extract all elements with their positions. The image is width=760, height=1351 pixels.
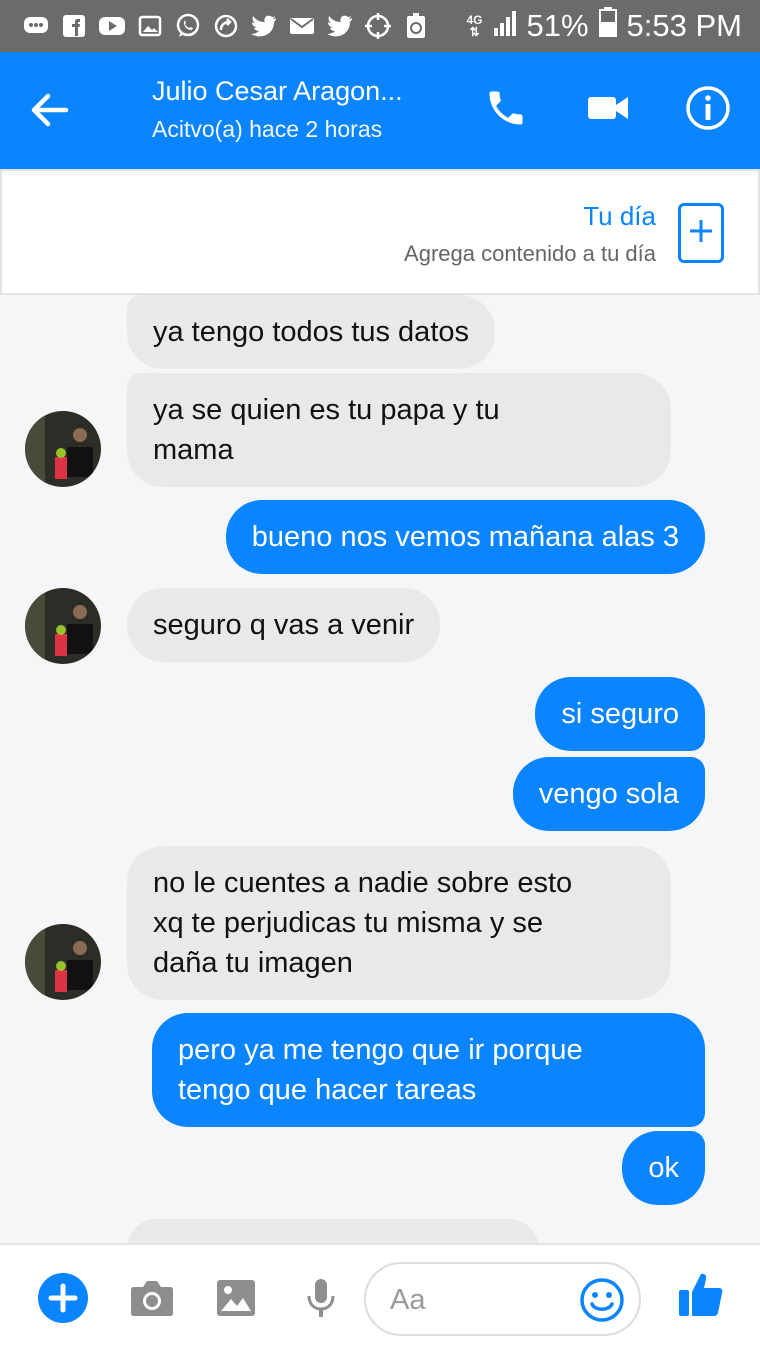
clock: 5:53 PM xyxy=(626,8,742,43)
battery-icon xyxy=(598,7,617,45)
emoji-icon[interactable] xyxy=(579,1277,625,1323)
mail-icon xyxy=(288,12,316,40)
voice-button[interactable] xyxy=(296,1275,346,1325)
message-incoming[interactable]: seguro q vas a venir xyxy=(127,588,441,662)
message-incoming-partial xyxy=(127,1219,539,1243)
message-icon xyxy=(22,12,50,40)
microphone-icon xyxy=(306,1277,336,1324)
data-arrows-icon: ⇅ xyxy=(469,25,480,39)
message-incoming[interactable]: ya se quien es tu papa y tu mama xyxy=(127,373,671,487)
video-camera-icon xyxy=(586,91,630,130)
whatsapp-icon xyxy=(174,12,202,40)
image-icon xyxy=(216,1279,256,1322)
info-icon xyxy=(685,85,731,136)
message-composer xyxy=(0,1243,760,1351)
contact-avatar[interactable] xyxy=(25,924,101,1000)
message-list[interactable]: ya tengo todos tus datos ya se quien es … xyxy=(0,295,760,1243)
back-arrow-icon[interactable] xyxy=(28,88,72,132)
message-outgoing[interactable]: vengo sola xyxy=(512,757,705,831)
message-incoming[interactable]: no le cuentes a nadie sobre esto xq te p… xyxy=(127,846,671,1000)
status-bar: 4G ⇅ 51% 5:53 PM xyxy=(0,0,760,52)
contact-avatar[interactable] xyxy=(25,588,101,664)
active-status: Acitvo(a) hace 2 horas xyxy=(152,116,383,142)
like-button[interactable] xyxy=(676,1271,726,1321)
tu-dia-title[interactable]: Tu día xyxy=(583,201,656,232)
message-outgoing[interactable]: ok xyxy=(622,1131,705,1205)
gallery-icon xyxy=(136,12,164,40)
message-outgoing[interactable]: bueno nos vemos mañana alas 3 xyxy=(225,500,705,574)
gallery-button[interactable] xyxy=(211,1275,261,1325)
youtube-icon xyxy=(98,12,126,40)
message-incoming[interactable]: ya tengo todos tus datos xyxy=(127,295,495,369)
location-icon xyxy=(364,12,392,40)
phone-icon xyxy=(484,86,528,135)
conversation-header: Julio Cesar Aragon... Acitvo(a) hace 2 h… xyxy=(0,52,760,169)
call-button[interactable] xyxy=(482,86,530,134)
message-outgoing[interactable]: si seguro xyxy=(535,677,705,751)
tu-dia-banner[interactable]: Tu día Agrega contenido a tu día xyxy=(0,169,760,295)
twitter-icon xyxy=(250,12,278,40)
video-call-button[interactable] xyxy=(584,86,632,134)
sync-icon xyxy=(212,12,240,40)
notification-icons xyxy=(22,10,430,42)
status-right: 4G ⇅ 51% 5:53 PM xyxy=(466,6,742,46)
more-button[interactable] xyxy=(38,1272,88,1328)
network-indicator: 4G ⇅ xyxy=(466,14,482,38)
message-outgoing[interactable]: pero ya me tengo que ir porque tengo que… xyxy=(152,1013,705,1127)
tu-dia-subtitle: Agrega contenido a tu día xyxy=(404,241,656,266)
message-input-wrapper[interactable] xyxy=(364,1262,641,1336)
camera-icon xyxy=(130,1279,174,1322)
facebook-icon xyxy=(60,12,88,40)
recycle-icon xyxy=(402,12,430,40)
camera-button[interactable] xyxy=(127,1275,177,1325)
add-story-button[interactable] xyxy=(678,203,724,263)
contact-avatar[interactable] xyxy=(25,411,101,487)
info-button[interactable] xyxy=(684,85,732,136)
plus-circle-icon xyxy=(38,1272,88,1328)
signal-icon xyxy=(493,8,517,44)
thumbs-up-icon xyxy=(677,1270,725,1323)
battery-percent: 51% xyxy=(526,8,589,43)
plus-icon xyxy=(688,218,714,249)
message-input[interactable] xyxy=(390,1280,570,1320)
twitter-icon xyxy=(326,12,354,40)
contact-name[interactable]: Julio Cesar Aragon... xyxy=(152,76,403,107)
